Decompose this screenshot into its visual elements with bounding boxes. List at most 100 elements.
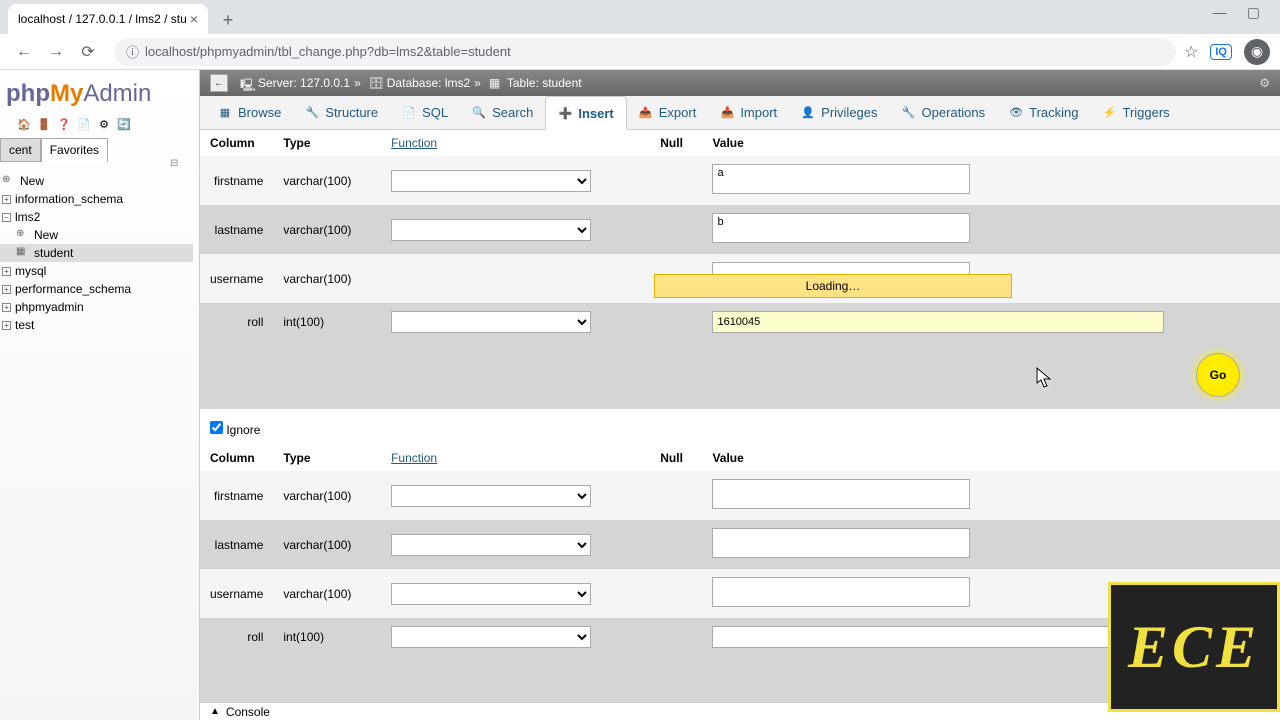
address-bar[interactable]: ⓘ localhost/phpmyadmin/tbl_change.php?db…: [114, 38, 1176, 66]
favorites-tab[interactable]: Favorites: [41, 138, 108, 162]
expand-icon[interactable]: +: [2, 267, 11, 276]
browser-tab[interactable]: localhost / 127.0.0.1 / lms2 / stu ×: [8, 4, 208, 34]
func2-lastname[interactable]: [391, 534, 591, 556]
docs-icon[interactable]: ❓: [56, 116, 72, 132]
ignore-row: Ignore: [200, 409, 1280, 445]
server-icon: 🖳: [240, 76, 254, 90]
database-icon: 🗄: [369, 76, 383, 90]
tab-import[interactable]: 📥Import: [708, 96, 789, 129]
reload-nav-icon[interactable]: 🔄: [116, 116, 132, 132]
table-icon: ▦: [16, 246, 30, 260]
func2-username[interactable]: [391, 583, 591, 605]
expand-icon[interactable]: +: [2, 195, 11, 204]
maximize-icon[interactable]: ▢: [1247, 4, 1260, 21]
gear-icon[interactable]: ⚙: [1259, 76, 1270, 90]
watermark: ECE: [1108, 582, 1280, 712]
val-lastname[interactable]: [712, 213, 970, 243]
th-function[interactable]: Function: [381, 130, 650, 156]
val2-username[interactable]: [712, 577, 970, 607]
expand-icon[interactable]: +: [2, 303, 11, 312]
tracking-icon: 👁: [1009, 106, 1023, 120]
go-button[interactable]: Go: [1196, 353, 1240, 397]
th-type-2[interactable]: Type: [273, 445, 381, 471]
tree-student[interactable]: ▦student: [0, 244, 193, 262]
breadcrumb: ← 🖳 Server: 127.0.0.1 » 🗄 Database: lms2…: [200, 70, 1280, 96]
tree-performance-schema[interactable]: +performance_schema: [0, 280, 193, 298]
browse-icon: ▦: [218, 106, 232, 120]
logout-icon[interactable]: 🚪: [36, 116, 52, 132]
tab-triggers[interactable]: ⚡Triggers: [1090, 96, 1181, 129]
tab-privileges[interactable]: 👤Privileges: [789, 96, 889, 129]
tab-structure[interactable]: 🔧Structure: [293, 96, 390, 129]
sidebar-toolbar: 🏠 🚪 ❓ 📄 ⚙ 🔄: [0, 114, 193, 138]
sql-icon: 📄: [402, 106, 416, 120]
bc-database[interactable]: lms2: [445, 76, 470, 90]
func-roll[interactable]: [391, 311, 591, 333]
col-firstname: firstname: [200, 156, 273, 205]
tab-sql[interactable]: 📄SQL: [390, 96, 460, 129]
tree-new[interactable]: ⊕New: [0, 172, 193, 190]
new-tab-button[interactable]: +: [214, 6, 242, 34]
bookmark-icon[interactable]: ☆: [1184, 42, 1198, 62]
content-tabs: ▦Browse 🔧Structure 📄SQL 🔍Search ➕Insert …: [200, 96, 1280, 130]
reload-icon[interactable]: ⟳: [74, 38, 102, 66]
func2-roll[interactable]: [391, 626, 591, 648]
new-icon: ⊕: [2, 174, 16, 188]
nav-collapse-button[interactable]: ←: [210, 74, 228, 92]
val-firstname[interactable]: [712, 164, 970, 194]
val2-lastname[interactable]: [712, 528, 970, 558]
settings-icon[interactable]: ⚙: [96, 116, 112, 132]
func-lastname[interactable]: [391, 219, 591, 241]
info-icon: ⓘ: [126, 42, 139, 61]
col-username: username: [200, 254, 273, 303]
th-null-2: Null: [650, 445, 702, 471]
expand-icon[interactable]: +: [2, 321, 11, 330]
val-roll[interactable]: [712, 311, 1164, 333]
th-function-2[interactable]: Function: [381, 445, 650, 471]
insert-form-1: Column Type Function Null Value firstnam…: [200, 130, 1280, 409]
close-icon[interactable]: ×: [190, 11, 198, 27]
insert-icon: ➕: [558, 106, 572, 120]
func2-firstname[interactable]: [391, 485, 591, 507]
tree-lms2[interactable]: −lms2: [0, 208, 193, 226]
back-icon[interactable]: ←: [10, 38, 38, 66]
th-column-2: Column: [200, 445, 273, 471]
minimize-icon[interactable]: —: [1213, 4, 1227, 21]
bc-table[interactable]: student: [542, 76, 581, 90]
home-icon[interactable]: 🏠: [16, 116, 32, 132]
phpmyadmin-logo: phpMyAdmin: [0, 76, 193, 114]
recent-tab[interactable]: cent: [0, 138, 41, 162]
tree-information-schema[interactable]: +information_schema: [0, 190, 193, 208]
tree-phpmyadmin[interactable]: +phpmyadmin: [0, 298, 193, 316]
loading-indicator: Loading…: [654, 274, 1012, 298]
tab-browse[interactable]: ▦Browse: [206, 96, 293, 129]
collapse-icon[interactable]: ⊟: [170, 158, 178, 169]
structure-icon: 🔧: [305, 106, 319, 120]
tree-test[interactable]: +test: [0, 316, 193, 334]
th-type[interactable]: Type: [273, 130, 381, 156]
expand-icon[interactable]: +: [2, 285, 11, 294]
sql-icon[interactable]: 📄: [76, 116, 92, 132]
profile-avatar[interactable]: ◉: [1244, 39, 1270, 65]
tab-export[interactable]: 📤Export: [627, 96, 709, 129]
ignore-checkbox[interactable]: [210, 421, 223, 434]
tree-mysql[interactable]: +mysql: [0, 262, 193, 280]
func-firstname[interactable]: [391, 170, 591, 192]
search-icon: 🔍: [472, 106, 486, 120]
tree-lms2-new[interactable]: ⊕New: [0, 226, 193, 244]
tab-search[interactable]: 🔍Search: [460, 96, 545, 129]
tab-tracking[interactable]: 👁Tracking: [997, 96, 1090, 129]
forward-icon[interactable]: →: [42, 38, 70, 66]
bc-server[interactable]: 127.0.0.1: [300, 76, 350, 90]
iq-badge[interactable]: IQ: [1210, 44, 1232, 60]
triggers-icon: ⚡: [1102, 106, 1116, 120]
import-icon: 📥: [720, 106, 734, 120]
tab-insert[interactable]: ➕Insert: [545, 96, 626, 130]
val2-firstname[interactable]: [712, 479, 970, 509]
collapse-icon[interactable]: −: [2, 213, 11, 222]
val2-roll[interactable]: [712, 626, 1164, 648]
export-icon: 📤: [639, 106, 653, 120]
console-caret-icon: ▲: [210, 706, 220, 717]
col-roll: roll: [200, 303, 273, 341]
tab-operations[interactable]: 🔧Operations: [890, 96, 998, 129]
